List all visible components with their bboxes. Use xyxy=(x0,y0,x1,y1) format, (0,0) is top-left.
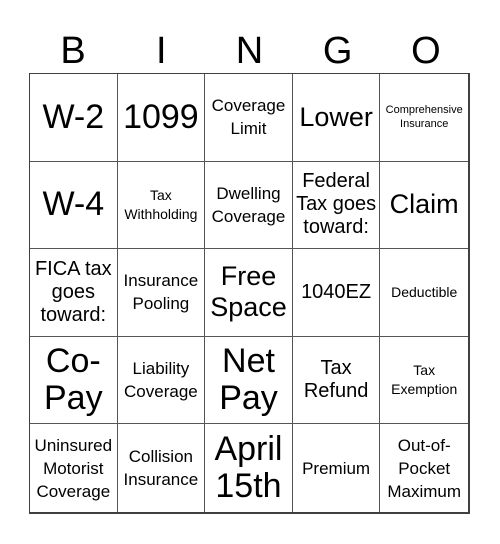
header-letter-i: I xyxy=(156,30,167,72)
header-letter-g: G xyxy=(322,30,353,72)
bingo-cell-i4[interactable]: Liability Coverage xyxy=(117,336,206,425)
cell-label: Insurance Pooling xyxy=(123,271,199,314)
bingo-cell-g2[interactable]: Federal Tax goes toward: xyxy=(292,161,381,250)
header-letter-b: B xyxy=(60,30,86,72)
bingo-header: B I N G O xyxy=(29,28,470,74)
cell-label: Tax Refund xyxy=(303,357,369,403)
cell-label: W-2 xyxy=(42,97,105,136)
cell-label: Dwelling Coverage xyxy=(211,183,286,226)
cell-label: Net Pay xyxy=(219,342,278,418)
cell-label: April 15th xyxy=(214,430,283,506)
cell-label: Tax Exemption xyxy=(391,362,458,398)
bingo-cell-i5[interactable]: Collision Insurance xyxy=(118,424,206,512)
cell-label: Deductible xyxy=(391,283,458,300)
bingo-cell-o1[interactable]: Comprehensive Insurance xyxy=(380,74,468,162)
header-letter-o: O xyxy=(411,30,441,72)
cell-label: Tax Withholding xyxy=(124,186,198,222)
bingo-cell-g5[interactable]: Premium xyxy=(293,424,381,512)
bingo-cell-o2[interactable]: Claim xyxy=(380,162,468,250)
bingo-cell-b1[interactable]: W-2 xyxy=(30,74,118,162)
bingo-cell-b5[interactable]: Uninsured Motorist Coverage xyxy=(30,424,118,512)
bingo-cell-i2[interactable]: Tax Withholding xyxy=(117,161,206,250)
cell-label: Lower xyxy=(299,101,373,132)
cell-label: FICA tax goes toward: xyxy=(34,257,112,326)
cell-label: Premium xyxy=(302,458,371,478)
bingo-cell-o3[interactable]: Deductible xyxy=(380,249,468,337)
bingo-cell-o5[interactable]: Out-of- Pocket Maximum xyxy=(380,424,468,512)
cell-label: Co- Pay xyxy=(44,342,103,418)
bingo-cell-g3[interactable]: 1040EZ xyxy=(292,249,381,337)
bingo-cell-b3[interactable]: FICA tax goes toward: xyxy=(30,249,118,337)
bingo-cell-b4[interactable]: Co- Pay xyxy=(30,336,118,425)
cell-label: Out-of- Pocket Maximum xyxy=(387,435,462,501)
bingo-cell-i1[interactable]: 1099 xyxy=(117,74,206,162)
bingo-cell-n5[interactable]: April 15th xyxy=(205,424,293,512)
cell-label: 1099 xyxy=(123,97,199,136)
bingo-cell-n1[interactable]: Coverage Limit xyxy=(205,74,293,162)
bingo-cell-i3[interactable]: Insurance Pooling xyxy=(117,249,206,337)
cell-label: Liability Coverage xyxy=(124,359,198,402)
bingo-cell-n2[interactable]: Dwelling Coverage xyxy=(205,161,293,250)
cell-label: Claim xyxy=(389,189,459,220)
header-letter-n: N xyxy=(235,30,264,72)
bingo-grid: W-2 1099 Coverage Limit Lower Comprehensive … xyxy=(29,73,470,514)
bingo-cell-b2[interactable]: W-4 xyxy=(30,161,118,250)
bingo-cell-g1[interactable]: Lower xyxy=(292,74,381,162)
cell-label: Free Space xyxy=(210,261,287,323)
bingo-cell-n4[interactable]: Net Pay xyxy=(205,336,293,425)
cell-label: W-4 xyxy=(42,185,105,224)
cell-label: Uninsured Motorist Coverage xyxy=(34,435,113,501)
bingo-cell-n3[interactable]: Free Space xyxy=(205,249,293,337)
cell-label: 1040EZ xyxy=(301,280,372,303)
cell-label: Coverage Limit xyxy=(211,96,286,139)
cell-label: Federal Tax goes toward: xyxy=(296,170,377,239)
bingo-cell-g4[interactable]: Tax Refund xyxy=(292,336,381,425)
bingo-cell-o4[interactable]: Tax Exemption xyxy=(380,337,468,425)
cell-label: Collision Insurance xyxy=(123,447,199,490)
cell-label: Comprehensive Insurance xyxy=(385,104,463,131)
